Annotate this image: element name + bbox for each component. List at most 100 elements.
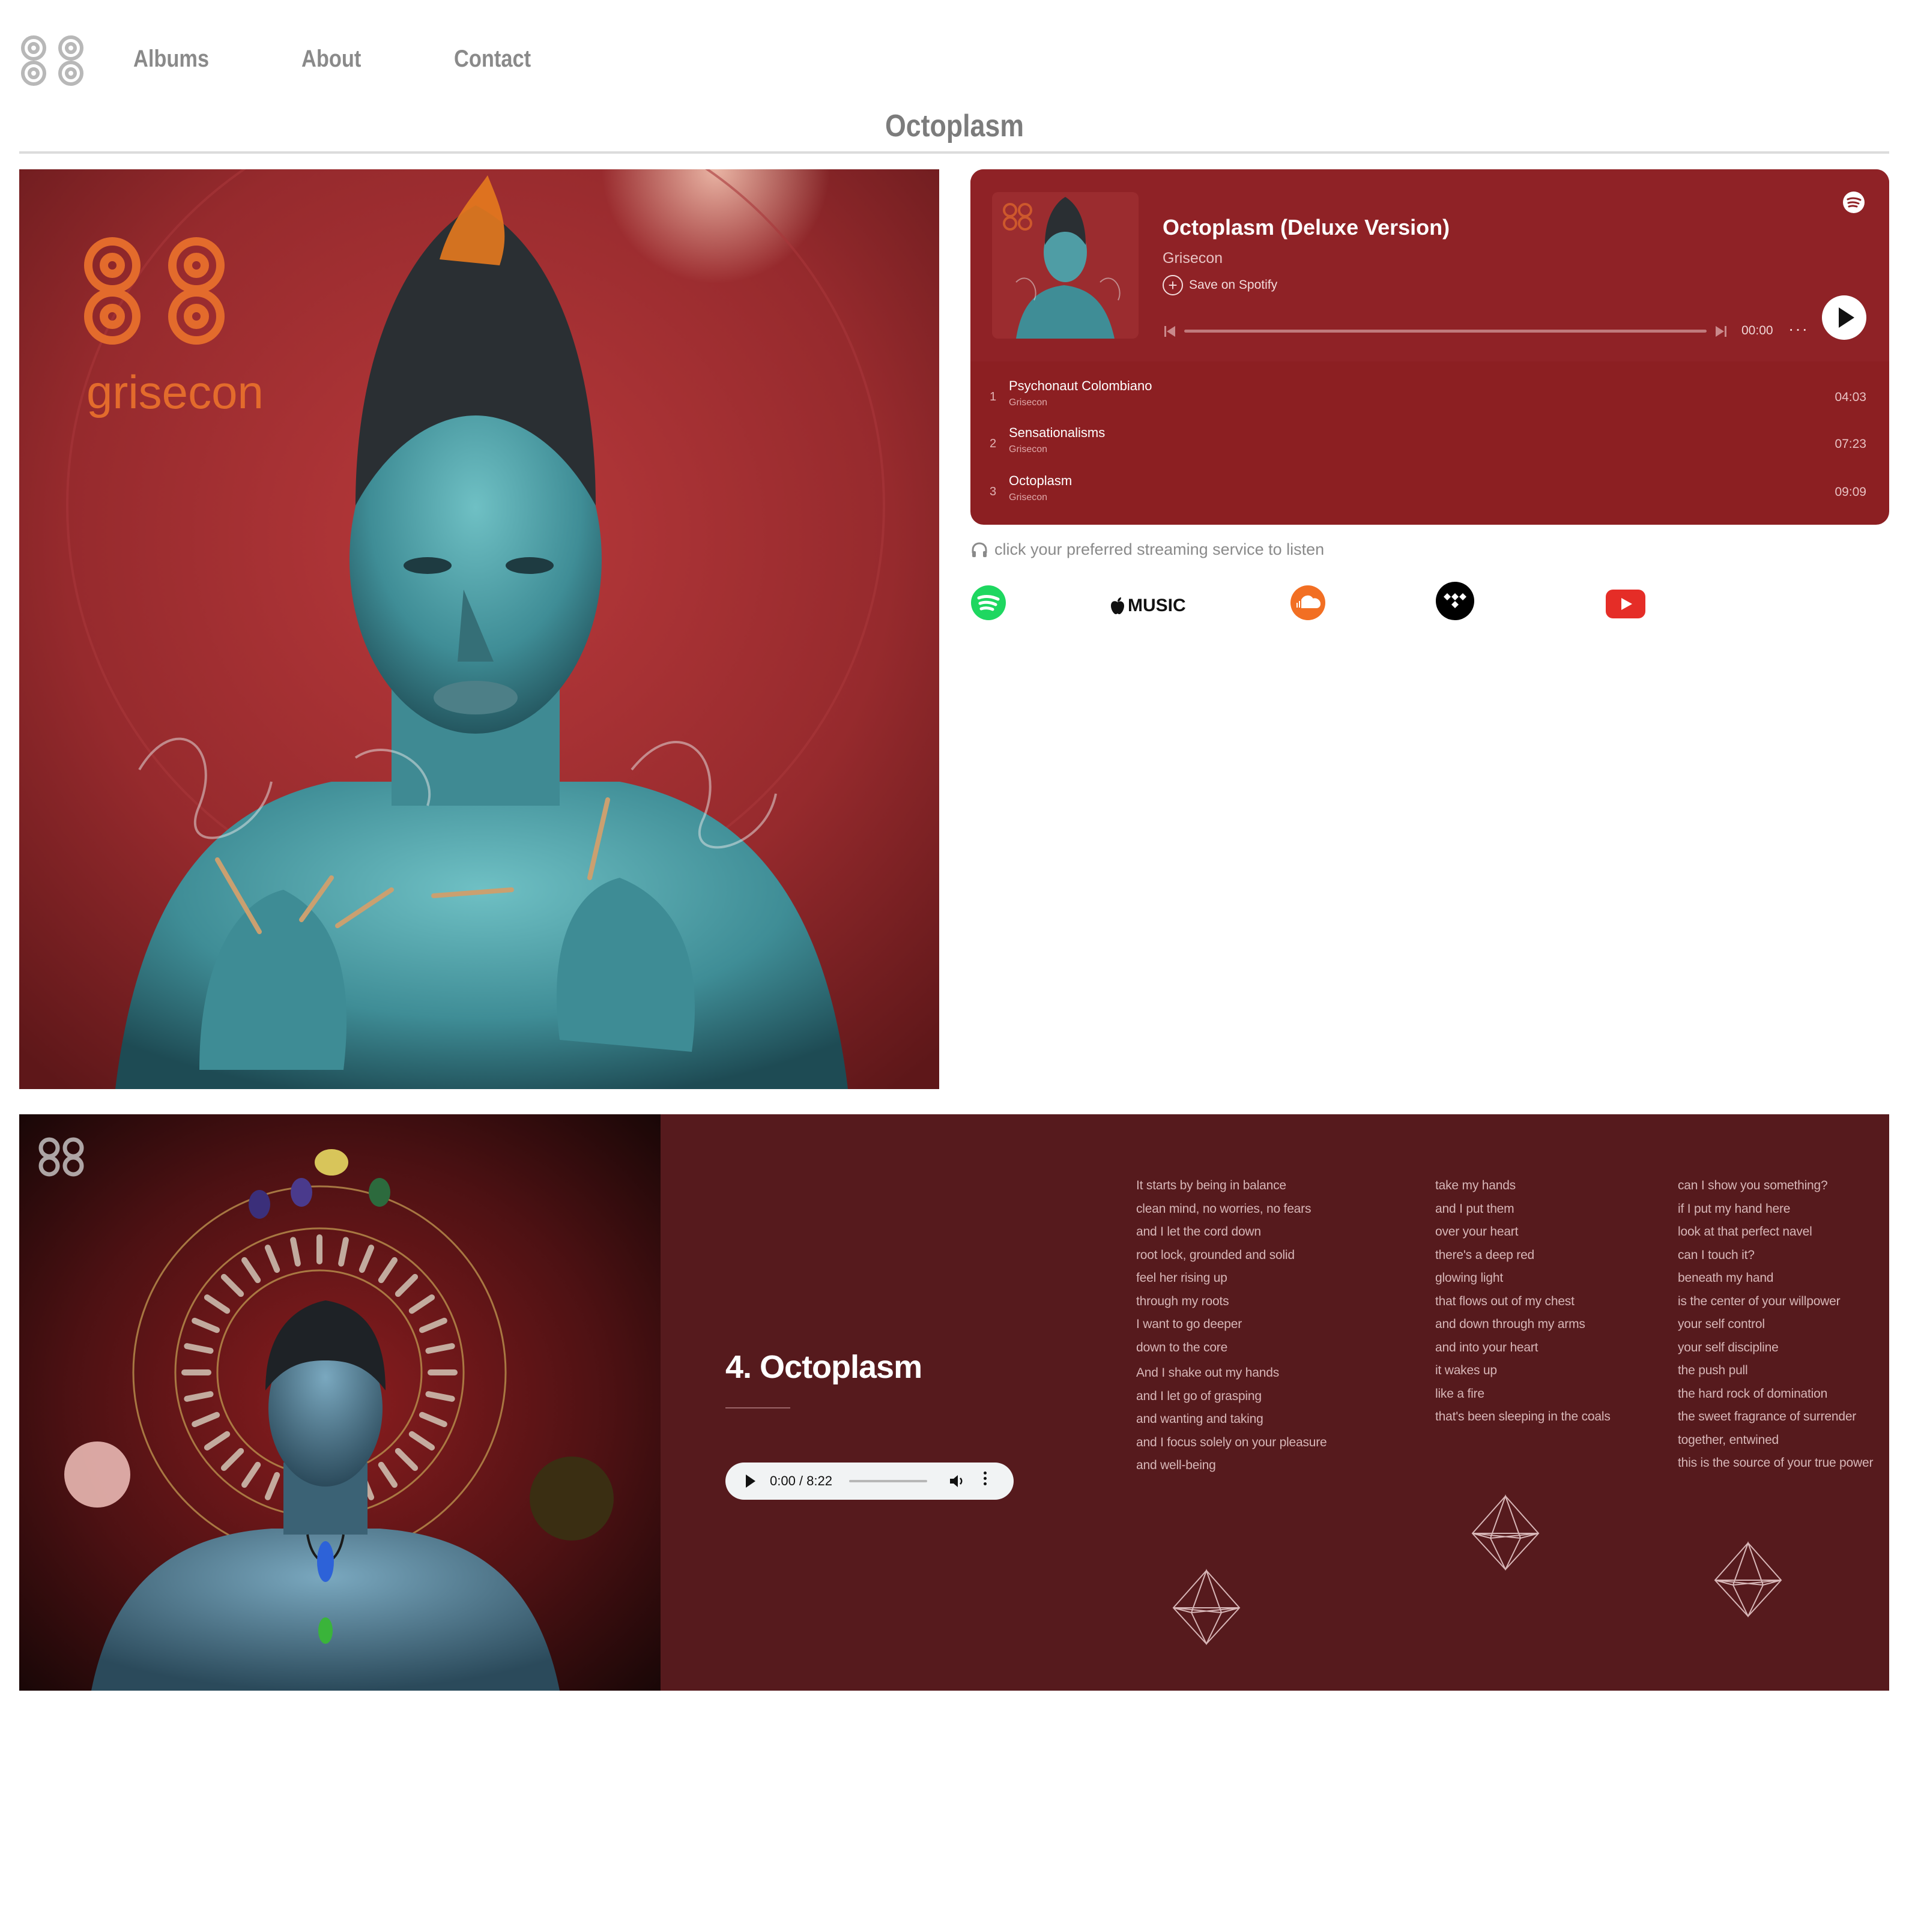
lyric-line: your self discipline [1678,1340,1779,1354]
lyric-line: I want to go deeper [1136,1317,1242,1331]
spotify-album-art [992,192,1139,339]
lyric-line: over your heart [1435,1225,1519,1239]
track-artwork-image [19,1114,661,1691]
audio-seek-bar[interactable] [849,1480,927,1482]
lyric-line: root lock, grounded and solid [1136,1248,1295,1262]
soundcloud-icon[interactable] [1290,585,1326,621]
track-duration: 04:03 [1835,390,1866,404]
streaming-note-text: click your preferred streaming service t… [994,540,1325,558]
track-artwork [19,1114,661,1691]
lyric-line: the sweet fragrance of surrender [1678,1410,1857,1423]
audio-player[interactable]: 0:00 / 8:22 [725,1463,1014,1500]
track-number: 1 [990,390,997,403]
cover-brand-text: grisecon [86,366,264,418]
more-options-icon[interactable]: ··· [1788,319,1809,339]
spotify-album-title[interactable]: Octoplasm (Deluxe Version) [1163,215,1450,240]
lyric-line: down to the core [1136,1340,1228,1354]
track-name: Octoplasm [1009,473,1072,488]
title-divider [19,151,1889,154]
spotify-track-row[interactable]: 2 Sensationalisms Grisecon 07:23 [970,419,1889,466]
lyric-line: there's a deep red [1435,1248,1535,1262]
youtube-icon[interactable] [1606,590,1645,618]
lyrics-column-2: take my hands and I put them over your hea… [1435,1174,1611,1429]
lyric-line: it wakes up [1435,1363,1497,1377]
audio-play-icon[interactable] [746,1475,755,1488]
spotify-track-row[interactable]: 1 Psychonaut Colombiano Grisecon 04:03 [970,372,1889,419]
plus-circle-icon: + [1163,275,1183,295]
lyric-line: beneath my hand [1678,1271,1774,1285]
lyric-line: and into your heart [1435,1340,1538,1354]
headphones-icon [972,542,987,557]
track-section: 4. Octoplasm 0:00 / 8:22 It starts by be… [19,1114,1889,1691]
lyric-line: look at that perfect navel [1678,1225,1812,1239]
track-number: 3 [990,485,997,498]
skip-forward-icon[interactable] [1714,324,1728,339]
spotify-progress-bar[interactable] [1184,330,1707,333]
lyric-line: the push pull [1678,1363,1748,1377]
spotify-embed-player[interactable]: Octoplasm (Deluxe Version) Grisecon + Sa… [970,169,1889,525]
spotify-header: Octoplasm (Deluxe Version) Grisecon + Sa… [970,169,1889,361]
spotify-logo-icon[interactable] [1842,191,1865,214]
lyric-line: and well-being [1136,1458,1216,1472]
octahedron-icon [1714,1541,1782,1618]
octahedron-icon [1471,1494,1540,1571]
lyric-line: the hard rock of domination [1678,1386,1828,1401]
spotify-track-row[interactable]: 3 Octoplasm Grisecon 09:09 [970,467,1889,514]
streaming-note: click your preferred streaming service t… [970,540,1324,559]
spotify-play-button[interactable] [1822,295,1866,340]
spotify-time: 00:00 [1741,324,1773,337]
track-duration: 07:23 [1835,437,1866,451]
lyric-line: can I touch it? [1678,1248,1755,1262]
lyric-line: through my roots [1136,1294,1229,1308]
album-cover-artwork: grisecon [19,169,939,1089]
album-cover-image: grisecon [19,169,939,1089]
lyric-line: is the center of your willpower [1678,1294,1841,1308]
lyric-line: It starts by being in balance [1136,1179,1286,1192]
lyric-line: and I focus solely on your pleasure [1136,1435,1327,1449]
lyric-line: and I put them [1435,1201,1514,1216]
lyric-line: clean mind, no worries, no fears [1136,1201,1311,1216]
track-title: 4. Octoplasm [725,1349,922,1385]
track-duration: 09:09 [1835,485,1866,499]
nav-albums-link[interactable]: Albums [133,46,209,73]
apple-icon [1111,597,1124,614]
spotify-artist-name[interactable]: Grisecon [1163,250,1223,267]
lyric-line: and down through my arms [1435,1317,1585,1331]
lyric-line: that's been sleeping in the coals [1435,1410,1611,1423]
lyric-line: feel her rising up [1136,1271,1227,1285]
lyric-line: if I put my hand here [1678,1201,1791,1216]
apple-music-link[interactable]: MUSIC [1110,596,1186,616]
audio-time: 0:00 / 8:22 [770,1473,832,1488]
lyric-line: that flows out of my chest [1435,1294,1575,1308]
page-title: Octoplasm [885,109,1024,143]
lyric-line: And I shake out my hands [1136,1366,1280,1380]
spotify-save-button[interactable]: + Save on Spotify [1163,275,1277,295]
lyric-line: this is the source of your true power [1678,1456,1874,1470]
audio-menu-icon[interactable] [984,1472,988,1488]
spotify-icon[interactable] [970,585,1006,621]
lyric-line: your self control [1678,1317,1765,1331]
track-artist: Grisecon [1009,444,1048,454]
lyric-line: take my hands [1435,1179,1516,1192]
lyric-line: and I let go of grasping [1136,1389,1262,1403]
lyric-line: and wanting and taking [1136,1412,1263,1426]
tidal-icon[interactable] [1435,581,1475,621]
skip-back-icon[interactable] [1163,324,1177,339]
grisecon-logo-icon[interactable] [18,31,88,90]
volume-icon[interactable] [948,1472,966,1490]
nav-about-link[interactable]: About [301,46,361,73]
track-name: Sensationalisms [1009,425,1106,440]
nav-contact-link[interactable]: Contact [454,46,531,73]
track-artist: Grisecon [1009,397,1048,408]
lyric-line: together, entwined [1678,1432,1779,1447]
lyric-line: glowing light [1435,1271,1503,1285]
lyric-line: and I let the cord down [1136,1225,1261,1239]
spotify-album-art-image [992,192,1139,339]
lyrics-column-1: It starts by being in balance clean mind,… [1136,1174,1327,1478]
track-artist: Grisecon [1009,492,1048,503]
track-name: Psychonaut Colombiano [1009,378,1152,393]
lyric-line: can I show you something? [1678,1179,1828,1192]
track-title-divider [725,1407,790,1408]
lyrics-column-3: can I show you something? if I put my han… [1678,1174,1873,1475]
spotify-save-label: Save on Spotify [1189,278,1278,292]
